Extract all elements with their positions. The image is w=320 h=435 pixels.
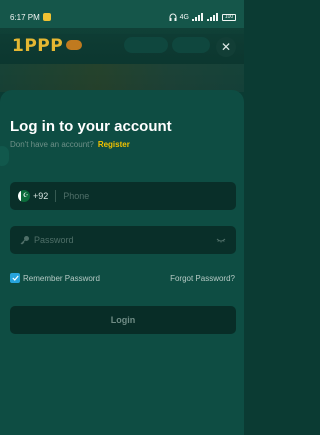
- password-input[interactable]: [34, 235, 184, 245]
- login-button[interactable]: Login: [10, 306, 236, 334]
- page-title: Log in to your account: [10, 118, 172, 135]
- remember-label[interactable]: Remember Password: [23, 274, 100, 283]
- network-label: 4G: [179, 13, 189, 21]
- status-left: 6:17 PM: [10, 13, 51, 22]
- eye-closed-icon[interactable]: [216, 236, 226, 244]
- register-prompt: Don't have an account? Register: [10, 140, 130, 149]
- side-drawer-handle[interactable]: [0, 146, 9, 166]
- pakistan-flag-icon[interactable]: ☪: [18, 190, 30, 202]
- status-right: 4G 100: [169, 13, 236, 21]
- notification-app-icon: [42, 13, 51, 21]
- phone-field[interactable]: ☪ +92: [10, 182, 236, 210]
- remember-password[interactable]: Remember Password: [10, 273, 100, 283]
- status-time: 6:17 PM: [10, 12, 40, 22]
- dial-code[interactable]: +92: [33, 191, 48, 201]
- background-banner: [0, 64, 244, 92]
- password-field[interactable]: [10, 226, 236, 254]
- background-nav-chip: [172, 37, 210, 53]
- close-icon: ✕: [220, 40, 232, 54]
- signal-icon-2: [207, 13, 218, 21]
- background-nav-chip: [124, 37, 168, 53]
- check-icon: [11, 275, 19, 281]
- remember-checkbox[interactable]: [10, 273, 20, 283]
- key-icon: [20, 235, 30, 245]
- logo-mascot-icon: [66, 40, 82, 50]
- battery-icon: 100: [222, 13, 236, 21]
- register-link[interactable]: Register: [98, 140, 130, 149]
- phone-input[interactable]: [63, 191, 214, 201]
- forgot-password-link[interactable]: Forgot Password?: [170, 274, 235, 283]
- field-divider: [55, 190, 57, 202]
- app-logo: 1PPP: [12, 36, 64, 56]
- headphones-icon: [169, 13, 177, 21]
- no-account-text: Don't have an account?: [10, 140, 94, 149]
- close-button[interactable]: ✕: [216, 37, 236, 57]
- signal-icon: [192, 13, 203, 21]
